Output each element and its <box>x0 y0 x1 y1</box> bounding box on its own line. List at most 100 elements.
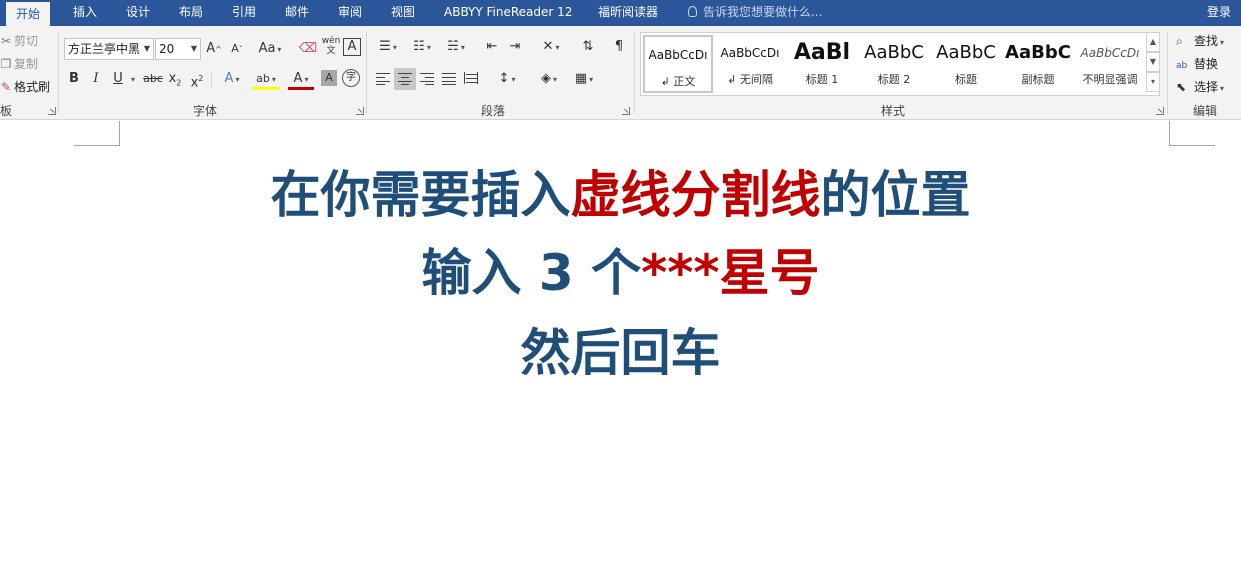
style-heading-2[interactable]: AaBbC 标题 2 <box>859 35 929 93</box>
style-name: 不明显强调 <box>1082 73 1138 86</box>
style-heading-1[interactable]: AaBl 标题 1 <box>787 35 857 93</box>
font-name-combo[interactable]: 方正兰亭中黑 ▼ <box>64 38 154 60</box>
char-shading-button[interactable]: A <box>321 70 337 86</box>
borders-button[interactable]: ▦ ▾ <box>569 68 599 90</box>
tab-insert[interactable]: 插入 <box>73 0 97 26</box>
chevron-down-icon: ▾ <box>1220 84 1225 93</box>
document-line-2[interactable]: 输入 3 个***星号 <box>0 233 1241 305</box>
char-shading-icon: A <box>325 71 333 84</box>
bullet-list-icon: ☰ <box>379 39 391 54</box>
copy-icon: ❐ <box>0 57 12 71</box>
cut-button[interactable]: ✂ 剪切 <box>0 32 38 49</box>
search-icon: ⌕ <box>1176 34 1183 48</box>
scissors-icon: ✂ <box>0 34 12 48</box>
highlight-button[interactable]: ab ▾ <box>250 68 282 90</box>
tab-foxit-reader[interactable]: 福昕阅读器 <box>598 0 658 26</box>
style-normal[interactable]: AaBbCcDı ↲ 正文 <box>643 35 713 93</box>
text-effects-icon: A <box>224 71 234 86</box>
find-button[interactable]: ⌕ 查找 ▾ <box>1176 32 1224 49</box>
sort-button[interactable]: ⇅ <box>578 36 598 58</box>
italic-button[interactable]: I <box>88 68 104 90</box>
style-subtle-emphasis[interactable]: AaBbCcDı 不明显强调 <box>1075 35 1145 93</box>
margin-corner-mark-right <box>1169 121 1215 146</box>
chevron-down-icon: ▾ <box>130 75 135 84</box>
numbered-list-icon: ☷ <box>413 39 425 54</box>
replace-icon: ab <box>1176 61 1188 71</box>
char-border-button[interactable]: A <box>343 38 361 56</box>
format-painter-button[interactable]: ✎ 格式刷 <box>0 78 50 95</box>
shrink-font-button[interactable]: Aˇ <box>228 38 246 60</box>
change-case-button[interactable]: Aa ▾ <box>255 38 285 60</box>
document-line-1[interactable]: 在你需要插入虚线分割线的位置 <box>0 155 1241 227</box>
align-right-icon[interactable] <box>420 73 434 85</box>
tell-me-box[interactable]: 告诉我您想要做什么... <box>688 0 822 26</box>
subscript-mark: 2 <box>176 78 182 88</box>
multilevel-list-button[interactable]: ☵ ▾ <box>441 36 471 58</box>
style-name: ↲ 无间隔 <box>727 73 773 86</box>
style-title[interactable]: AaBbC 标题 <box>931 35 1001 93</box>
font-group-label: 字体 <box>193 104 218 118</box>
decrease-indent-button[interactable]: ⇤ <box>482 36 502 58</box>
superscript-button[interactable]: x2 <box>188 68 206 90</box>
clipboard-launcher-icon[interactable] <box>48 107 56 115</box>
tab-design[interactable]: 设计 <box>126 0 150 26</box>
underline-button[interactable]: U <box>110 68 126 90</box>
justify-icon[interactable] <box>442 73 456 85</box>
replace-button[interactable]: ab 替换 <box>1176 55 1218 72</box>
enclose-char-button[interactable]: 字 <box>342 69 360 87</box>
gallery-scroll-up[interactable]: ▲ <box>1146 32 1160 52</box>
underline-dropdown[interactable]: ▾ <box>127 68 137 90</box>
tab-view[interactable]: 视图 <box>391 0 415 26</box>
font-size-combo[interactable]: 20 ▼ <box>155 38 201 60</box>
phonetic-guide-button[interactable]: wén 文 <box>320 36 342 58</box>
bold-button[interactable]: B <box>66 68 82 90</box>
increase-indent-button[interactable]: ⇥ <box>505 36 525 58</box>
chevron-down-icon: ▾ <box>1220 38 1225 47</box>
text-effects-button[interactable]: A ▾ <box>218 68 246 90</box>
gallery-more[interactable]: ▾ <box>1146 72 1160 92</box>
copy-button[interactable]: ❐ 复制 <box>0 55 38 72</box>
ribbon-tab-bar: 开始 插入 设计 布局 引用 邮件 审阅 视图 ABBYY FineReader… <box>0 0 1241 26</box>
tab-home[interactable]: 开始 <box>6 0 51 26</box>
lightbulb-icon <box>688 6 697 17</box>
highlight-color-bar <box>252 87 280 90</box>
align-left-icon[interactable] <box>376 73 390 85</box>
chevron-down-icon: ▼ <box>190 44 197 53</box>
bullets-button[interactable]: ☰ ▾ <box>373 36 403 58</box>
sort-icon: ⇅ <box>582 39 594 54</box>
style-no-spacing[interactable]: AaBbCcDı ↲ 无间隔 <box>715 35 785 93</box>
grow-font-button[interactable]: A^ <box>205 38 223 60</box>
styles-launcher-icon[interactable] <box>1156 107 1164 115</box>
gallery-scroll-down[interactable]: ▼ <box>1146 52 1160 72</box>
chinese-layout-button[interactable]: ✕ ▾ <box>536 36 566 58</box>
tab-mailings[interactable]: 邮件 <box>285 0 309 26</box>
tab-review[interactable]: 审阅 <box>338 0 362 26</box>
shrink-font-icon: A <box>231 42 239 55</box>
indent-icon: ⇥ <box>509 39 521 54</box>
select-button[interactable]: ⬉ 选择 ▾ <box>1176 78 1224 95</box>
style-name: 标题 <box>955 73 977 86</box>
numbering-button[interactable]: ☷ ▾ <box>407 36 437 58</box>
show-marks-button[interactable]: ¶ <box>610 36 628 58</box>
outdent-icon: ⇤ <box>486 39 498 54</box>
document-canvas[interactable]: 在你需要插入虚线分割线的位置 输入 3 个***星号 然后回车 <box>0 121 1241 568</box>
clear-formatting-button[interactable]: ⌫ <box>298 38 318 60</box>
multilevel-list-icon: ☵ <box>447 39 459 54</box>
subscript-button[interactable]: x2 <box>166 68 184 90</box>
line-spacing-button[interactable]: ↕ ▾ <box>492 68 522 90</box>
login-link[interactable]: 登录 <box>1207 0 1231 26</box>
tab-abbyy-finereader[interactable]: ABBYY FineReader 12 <box>444 0 572 26</box>
document-line-3[interactable]: 然后回车 <box>0 313 1241 385</box>
editing-group-label: 编辑 <box>1193 104 1218 118</box>
font-color-icon: A <box>293 71 303 86</box>
paragraph-launcher-icon[interactable] <box>622 107 630 115</box>
font-color-button[interactable]: A ▾ <box>286 68 316 90</box>
eraser-icon: ⌫ <box>298 41 318 56</box>
tab-references[interactable]: 引用 <box>232 0 256 26</box>
strikethrough-button[interactable]: abc <box>142 68 164 90</box>
style-subtitle[interactable]: AaBbC 副标题 <box>1003 35 1073 93</box>
font-launcher-icon[interactable] <box>356 107 364 115</box>
distributed-icon[interactable] <box>464 72 478 84</box>
tab-layout[interactable]: 布局 <box>179 0 203 26</box>
shading-button[interactable]: ◈ ▾ <box>534 68 564 90</box>
